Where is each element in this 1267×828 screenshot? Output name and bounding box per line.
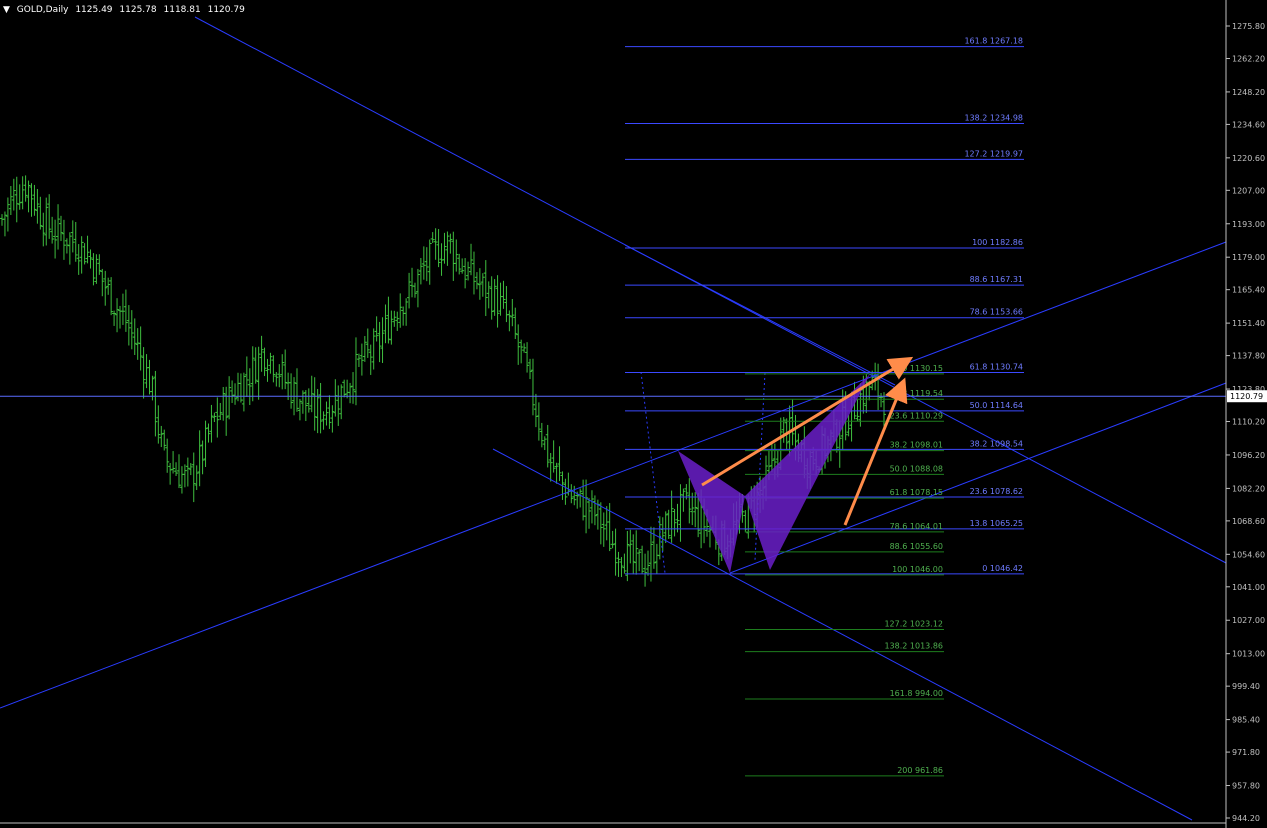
triangle-down-icon[interactable]: ▼ bbox=[3, 5, 10, 15]
close-value: 1120.79 bbox=[207, 5, 245, 15]
axis-tick-label: 1275.80 bbox=[1232, 22, 1265, 31]
fib-label-blue: 161.8 1267.18 bbox=[964, 37, 1023, 46]
axis-tick-label: 1137.80 bbox=[1232, 352, 1265, 361]
price-bars bbox=[0, 175, 886, 587]
axis-tick-label: 1165.40 bbox=[1232, 286, 1265, 295]
axis-tick-label: 1096.20 bbox=[1232, 451, 1265, 460]
axis-tick-label: 985.40 bbox=[1232, 716, 1260, 725]
trend-line bbox=[0, 241, 1227, 709]
axis-tick-label: 1110.20 bbox=[1232, 418, 1265, 427]
trend-line bbox=[492, 448, 1193, 821]
axis-tick-label: 1207.00 bbox=[1232, 186, 1265, 195]
axis-tick-label: 1234.60 bbox=[1232, 120, 1265, 129]
fib-label-green: 50.0 1088.08 bbox=[890, 464, 943, 473]
fib-label-green: 78.6 1064.01 bbox=[890, 522, 943, 531]
fib-label-green: 138.2 1013.86 bbox=[884, 642, 943, 651]
fib-label-green: 23.6 1110.29 bbox=[890, 411, 943, 420]
price-chart[interactable]: 161.8 1267.18138.2 1234.98127.2 1219.971… bbox=[0, 0, 1267, 828]
high-value: 1125.78 bbox=[119, 5, 157, 15]
axis-tick-label: 1027.00 bbox=[1232, 616, 1265, 625]
axis-tick-label: 1248.20 bbox=[1232, 88, 1265, 97]
fib-label-green: 38.2 1098.01 bbox=[890, 441, 943, 450]
fib-label-blue: 100 1182.86 bbox=[972, 238, 1023, 247]
axis-tick-label: 999.40 bbox=[1232, 682, 1260, 691]
fib-label-green: 127.2 1023.12 bbox=[884, 620, 943, 629]
fib-label-blue: 138.2 1234.98 bbox=[964, 113, 1023, 122]
fib-label-blue: 23.6 1078.62 bbox=[970, 487, 1023, 496]
axis-tick-label: 1220.60 bbox=[1232, 154, 1265, 163]
axis-tick-label: 971.80 bbox=[1232, 748, 1260, 757]
axis-tick-label: 1151.40 bbox=[1232, 319, 1265, 328]
fib-label-blue: 50.0 1114.64 bbox=[970, 401, 1023, 410]
axis-tick-label: 1193.00 bbox=[1232, 220, 1265, 229]
fib-label-green: 61.8 1078.15 bbox=[890, 488, 943, 497]
fib-label-green: 200 961.86 bbox=[897, 766, 943, 775]
price-axis: 1275.80 1262.20 1248.20 1234.60 1220.60 1207.… bbox=[0, 0, 1267, 828]
axis-tick-label: 944.20 bbox=[1232, 814, 1260, 823]
fib-label-blue: 127.2 1219.97 bbox=[964, 149, 1023, 158]
trend-lines bbox=[0, 16, 1227, 821]
chart-header: ▼ GOLD,Daily 1125.49 1125.78 1118.81 112… bbox=[3, 5, 249, 15]
open-value: 1125.49 bbox=[75, 5, 113, 15]
fib-label-blue: 78.6 1153.66 bbox=[970, 308, 1023, 317]
trend-line bbox=[624, 244, 896, 386]
low-value: 1118.81 bbox=[163, 5, 201, 15]
axis-tick-label: 1013.00 bbox=[1232, 650, 1265, 659]
axis-tick-label: 1054.60 bbox=[1232, 550, 1265, 559]
fib-label-blue: 13.8 1065.25 bbox=[970, 519, 1023, 528]
fibonacci-levels: 161.8 1267.18 138.2 1234.98 127.2 1219.97 1… bbox=[625, 37, 1024, 777]
fib-label-green: 161.8 994.00 bbox=[890, 689, 943, 698]
pattern-triangle-left bbox=[678, 451, 745, 573]
axis-tick-label: 1179.00 bbox=[1232, 253, 1265, 262]
axis-tick-label: 1262.20 bbox=[1232, 54, 1265, 63]
fib-label-blue: 0 1046.42 bbox=[982, 564, 1023, 573]
symbol-label: GOLD,Daily bbox=[16, 5, 69, 15]
fib-label-blue: 88.6 1167.31 bbox=[970, 275, 1023, 284]
current-price-label: 1120.79 bbox=[1230, 392, 1263, 401]
fib-label-blue: 61.8 1130.74 bbox=[970, 362, 1023, 371]
harmonic-pattern bbox=[678, 374, 870, 573]
axis-tick-label: 1068.60 bbox=[1232, 517, 1265, 526]
fib-label-blue: 38.2 1098.54 bbox=[970, 439, 1023, 448]
axis-tick-label: 1082.20 bbox=[1232, 484, 1265, 493]
fib-label-green: 88.6 1055.60 bbox=[890, 542, 943, 551]
axis-tick-label: 1041.00 bbox=[1232, 583, 1265, 592]
fib-label-green: 100 1046.00 bbox=[892, 565, 943, 574]
axis-tick-label: 957.80 bbox=[1232, 782, 1260, 791]
dotted-leg bbox=[640, 371, 666, 574]
